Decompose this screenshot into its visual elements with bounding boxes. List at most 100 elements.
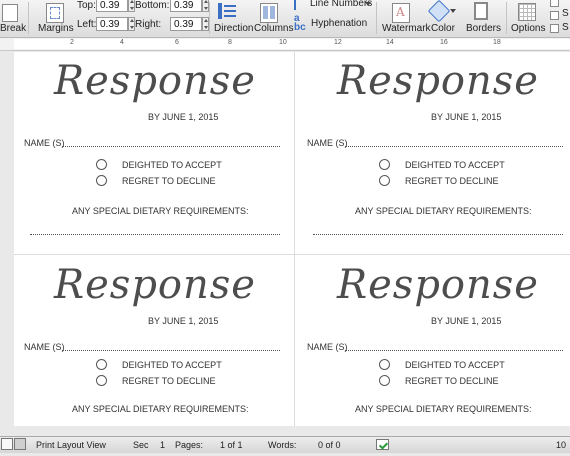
hyphenation-button[interactable]: a bc Hyphenation <box>294 14 374 34</box>
horizontal-ruler[interactable]: 2 4 6 8 10 12 14 16 18 <box>0 38 570 51</box>
page-color-button[interactable]: Color <box>427 0 462 36</box>
response-card: Response BY JUNE 1, 2015 NAME (S) DEIGHT… <box>297 52 567 252</box>
print-layout-view-button[interactable] <box>14 438 26 450</box>
words-label: Words: <box>268 440 297 450</box>
page-borders-button[interactable]: Borders <box>464 0 502 36</box>
name-line[interactable] <box>345 350 563 351</box>
bottom-margin-stepper[interactable] <box>202 0 209 12</box>
divider <box>28 2 29 34</box>
columns-button[interactable]: Columns <box>252 0 294 36</box>
watermark-label: Watermark <box>382 23 431 34</box>
color-label: Color <box>431 23 455 34</box>
top-margin-field[interactable]: 0.39 <box>96 0 128 12</box>
watermark-button[interactable]: A Watermark <box>380 0 431 36</box>
pages-label: Pages: <box>175 440 204 450</box>
direction-button[interactable]: Direction <box>212 0 254 36</box>
right-margin-label: Right: <box>135 19 162 30</box>
line-numbers-button[interactable]: Line Numbers <box>294 0 374 11</box>
rsvp-date: BY JUNE 1, 2015 <box>148 112 219 122</box>
card-title: Response <box>337 262 539 308</box>
rsvp-date: BY JUNE 1, 2015 <box>431 112 502 122</box>
draft-view-button[interactable] <box>1 438 13 450</box>
name-line[interactable] <box>62 350 280 351</box>
checkbox-label: S <box>562 22 569 33</box>
decline-radio[interactable] <box>379 175 390 186</box>
accept-option: DEIGHTED TO ACCEPT <box>405 160 505 170</box>
ruler-mark: 8 <box>228 39 232 46</box>
decline-radio[interactable] <box>379 375 390 386</box>
name-label: NAME (S) <box>24 342 65 352</box>
dietary-label: ANY SPECIAL DIETARY REQUIREMENTS: <box>355 404 532 414</box>
margins-icon <box>46 3 64 23</box>
decline-radio[interactable] <box>96 375 107 386</box>
left-margin-label: Left: <box>77 19 97 30</box>
line-numbers-label: Line Numbers <box>310 0 373 9</box>
name-line[interactable] <box>62 146 280 147</box>
accept-radio[interactable] <box>96 159 107 170</box>
card-title: Response <box>54 262 256 308</box>
decline-option: REGRET TO DECLINE <box>405 176 499 186</box>
document-page[interactable]: Response BY JUNE 1, 2015 NAME (S) DEIGHT… <box>14 52 570 426</box>
response-card: Response BY JUNE 1, 2015 NAME (S) DEIGHT… <box>297 256 567 456</box>
accept-radio[interactable] <box>379 159 390 170</box>
text-direction-icon <box>218 3 236 19</box>
dietary-label: ANY SPECIAL DIETARY REQUIREMENTS: <box>72 206 249 216</box>
chevron-down-icon <box>450 9 456 16</box>
margins-label: Margins <box>38 23 74 34</box>
spelling-check-icon[interactable] <box>376 439 389 450</box>
divider <box>209 2 210 34</box>
dietary-label: ANY SPECIAL DIETARY REQUIREMENTS: <box>72 404 249 414</box>
page-borders-icon <box>474 2 488 20</box>
left-margin-stepper[interactable] <box>128 17 135 31</box>
right-margin-stepper[interactable] <box>202 17 209 31</box>
card-title: Response <box>54 58 256 104</box>
grid-options-icon <box>518 3 536 21</box>
chevron-down-icon <box>365 2 371 9</box>
checkbox[interactable] <box>550 24 559 33</box>
accept-option: DEIGHTED TO ACCEPT <box>122 160 222 170</box>
decline-option: REGRET TO DECLINE <box>122 376 216 386</box>
zoom-value[interactable]: 10 <box>556 440 566 450</box>
view-name: Print Layout View <box>36 440 106 450</box>
options-button[interactable]: Options <box>508 0 546 36</box>
ruler-mark: 4 <box>120 39 124 46</box>
dietary-line[interactable] <box>30 234 280 235</box>
columns-label: Columns <box>254 23 294 34</box>
name-line[interactable] <box>345 146 563 147</box>
name-label: NAME (S) <box>307 138 348 148</box>
rsvp-date: BY JUNE 1, 2015 <box>431 316 502 326</box>
ruler-mark: 10 <box>279 39 287 46</box>
hyphenation-icon: a bc <box>294 13 306 33</box>
ruler-mark: 18 <box>493 39 501 46</box>
left-margin-field[interactable]: 0.39 <box>96 17 128 31</box>
decline-radio[interactable] <box>96 175 107 186</box>
name-label: NAME (S) <box>307 342 348 352</box>
ruler-mark: 2 <box>70 39 74 46</box>
dietary-line[interactable] <box>313 234 563 235</box>
top-margin-stepper[interactable] <box>128 0 135 12</box>
direction-label: Direction <box>214 23 254 34</box>
cut-guide-vertical <box>294 52 295 426</box>
hyphenation-label: Hyphenation <box>311 18 368 29</box>
ruler-mark: 6 <box>175 39 179 46</box>
checkbox[interactable] <box>550 11 559 20</box>
bottom-margin-field[interactable]: 0.39 <box>170 0 202 12</box>
card-title: Response <box>337 58 539 104</box>
options-label: Options <box>511 23 546 34</box>
words-value: 0 of 0 <box>318 440 341 450</box>
break-label: Break <box>0 23 27 34</box>
accept-radio[interactable] <box>379 359 390 370</box>
margins-button[interactable]: Margins <box>36 0 74 36</box>
decline-option: REGRET TO DECLINE <box>405 376 499 386</box>
ruler-track <box>14 39 570 49</box>
cut-guide-horizontal <box>14 254 570 255</box>
bottom-margin-label: Bottom: <box>135 0 170 11</box>
response-card: Response BY JUNE 1, 2015 NAME (S) DEIGHT… <box>14 256 284 456</box>
accept-radio[interactable] <box>96 359 107 370</box>
ruler-mark: 16 <box>440 39 448 46</box>
break-button[interactable]: Break <box>0 0 26 36</box>
right-margin-field[interactable]: 0.39 <box>170 17 202 31</box>
borders-label: Borders <box>466 23 502 34</box>
checkbox[interactable] <box>550 0 559 7</box>
accept-option: DEIGHTED TO ACCEPT <box>122 360 222 370</box>
